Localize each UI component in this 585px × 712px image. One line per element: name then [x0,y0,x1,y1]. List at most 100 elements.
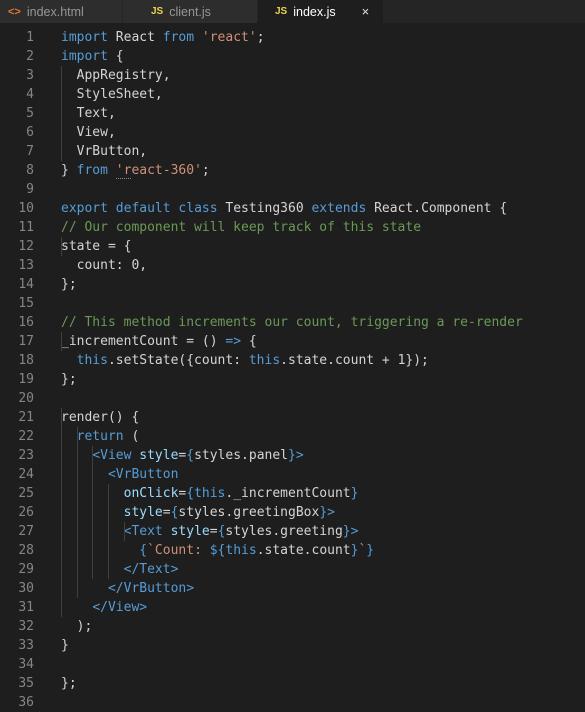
code-line[interactable]: 27 <Text style={styles.greeting}> [0,522,585,541]
indent-guide [92,465,94,484]
code-line[interactable]: 32 ); [0,617,585,636]
code-token: styles.panel [194,448,288,463]
line-number: 7 [26,144,34,159]
code-token: render() { [61,410,140,425]
code-token: > [295,448,304,463]
line-number: 29 [18,562,34,577]
code-line[interactable]: 28 {`Count: ${this.state.count}`} [0,541,585,560]
indent-guide [92,560,94,579]
code-text: _incrementCount = () => { [61,334,257,349]
code-line[interactable]: 23 <View style={styles.panel}> [0,446,585,465]
close-icon[interactable]: × [362,4,370,19]
code-token: } [366,543,375,558]
code-token: ${this [209,543,257,558]
code-line[interactable]: 30 </VrButton> [0,579,585,598]
code-text: // Our component will keep track of this… [61,220,421,235]
code-line[interactable]: 7 VrButton, [0,142,585,161]
indent-guide [61,237,62,256]
code-token: .state.count [256,543,351,558]
code-line[interactable]: 13 count: 0, [0,256,585,275]
js-file-icon: JS [151,6,164,17]
indent-guide [61,465,62,484]
line-number: 8 [26,163,34,178]
code-line[interactable]: 17 _incrementCount = () => { [0,332,585,351]
html-file-icon: <> [8,5,21,18]
code-line[interactable]: 29 </Text> [0,560,585,579]
code-line[interactable]: 16 // This method increments our count, t… [0,313,585,332]
line-number: 12 [18,239,34,254]
code-token: </Text> [123,562,179,577]
code-line[interactable]: 26 style={styles.greetingBox}> [0,503,585,522]
code-token: ._incrementCount [225,486,351,501]
code-line[interactable]: 2 import { [0,47,585,66]
code-token: `Count: [147,543,210,558]
code-token: ( [123,429,140,444]
code-token: count: 0, [61,258,148,273]
code-line[interactable]: 9 [0,180,585,199]
code-line[interactable]: 21 render() { [0,408,585,427]
code-text: onClick={this._incrementCount} [61,486,359,501]
code-line[interactable]: 22 return ( [0,427,585,446]
code-line[interactable]: 8 } from 'react-360'; [0,161,585,180]
tab-index-html[interactable]: <> index.html [0,0,123,23]
code-text: }; [61,372,77,387]
line-number: 18 [18,353,34,368]
code-token: _incrementCount = () [61,334,226,349]
code-line[interactable]: 10 export default class Testing360 extend… [0,199,585,218]
indent-guide [76,446,78,465]
code-token: default [115,201,171,216]
indent-guide [61,522,62,541]
code-line[interactable]: 20 [0,389,585,408]
indent-guide [61,560,62,579]
code-editor[interactable]: 1 import React from 'react'; 2 import {3 Ap… [0,23,585,712]
code-text: } from 'react-360'; [61,163,210,179]
code-token: }; [61,676,77,691]
indent-guide [61,541,62,560]
code-line[interactable]: 15 [0,294,585,313]
code-line[interactable]: 1 import React from 'react'; [0,28,585,47]
code-line[interactable]: 35}; [0,674,585,693]
line-number: 20 [18,391,34,406]
code-text: import React from 'react'; [61,30,265,45]
code-line[interactable]: 19}; [0,370,585,389]
line-number: 30 [18,581,34,596]
code-token: }; [61,372,77,387]
code-line[interactable]: 24 <VrButton [0,465,585,484]
code-line[interactable]: 36 [0,693,585,712]
code-text: style={styles.greetingBox}> [61,505,335,520]
line-number: 26 [18,505,34,520]
indent-guide [107,503,109,522]
code-token: state = { [61,239,132,254]
code-line[interactable]: 4 StyleSheet, [0,85,585,104]
code-token: } [342,524,351,539]
indent-guide [61,503,62,522]
line-number: 23 [18,448,34,463]
code-line[interactable]: 33} [0,636,585,655]
code-line[interactable]: 11 // Our component will keep track of th… [0,218,585,237]
code-token: } [319,505,328,520]
code-line[interactable]: 6 View, [0,123,585,142]
line-number: 28 [18,543,34,558]
line-number: 15 [18,296,34,311]
code-text: </View> [61,600,147,615]
code-token: Text, [61,106,116,121]
code-line[interactable]: 31 </View> [0,598,585,617]
code-line[interactable]: 18 this.setState({count: this.state.coun… [0,351,585,370]
code-token: } [61,163,77,178]
code-line[interactable]: 3 AppRegistry, [0,66,585,85]
tab-index-js[interactable]: JS index.js × [258,0,384,23]
tab-client-js[interactable]: JS client.js [123,0,258,23]
code-line[interactable]: 5 Text, [0,104,585,123]
code-line[interactable]: 25 onClick={this._incrementCount} [0,484,585,503]
indent-guide [61,408,62,427]
code-line[interactable]: 14}; [0,275,585,294]
code-line[interactable]: 34 [0,655,585,674]
code-text: state = { [61,239,131,254]
code-line[interactable]: 12 state = { [0,237,585,256]
code-token: <View [92,448,132,463]
code-token: style [170,524,210,539]
